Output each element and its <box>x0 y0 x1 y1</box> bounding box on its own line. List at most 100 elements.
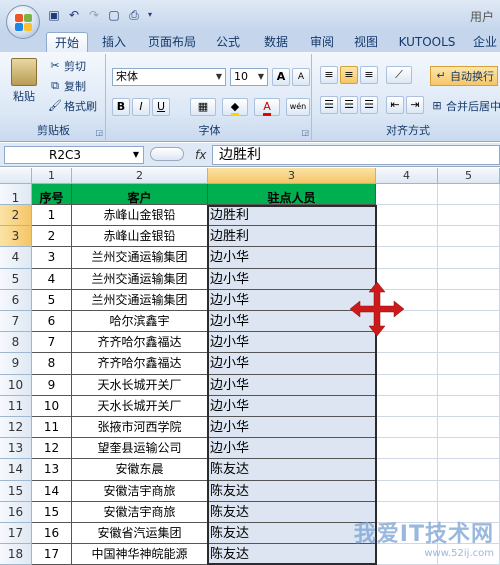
column-header[interactable]: 2 <box>72 168 208 184</box>
undo-icon[interactable]: ↶ <box>66 7 82 23</box>
bold-button[interactable]: B <box>112 98 130 116</box>
row-header[interactable]: 6 <box>0 289 32 311</box>
decrease-indent-button[interactable]: ⇤ <box>386 96 404 114</box>
row-header[interactable]: 17 <box>0 523 32 545</box>
print-preview-icon[interactable]: ⎙ <box>126 7 142 23</box>
table-cell[interactable]: 中国神华神皖能源 <box>72 544 208 565</box>
new-document-icon[interactable]: ▢ <box>106 7 122 23</box>
table-cell[interactable]: 陈友达 <box>208 544 376 565</box>
header-cell[interactable]: 序号 <box>32 184 72 205</box>
empty-cell[interactable] <box>376 417 438 439</box>
table-cell[interactable]: 5 <box>32 289 72 311</box>
underline-button[interactable]: U <box>152 98 170 116</box>
align-middle-button[interactable]: ≡ <box>340 66 358 84</box>
tab-review[interactable]: 审阅 <box>304 32 340 52</box>
table-cell[interactable]: 边小华 <box>208 247 376 269</box>
row-header[interactable]: 10 <box>0 374 32 396</box>
row-header[interactable]: 3 <box>0 226 32 248</box>
row-header[interactable]: 7 <box>0 311 32 333</box>
empty-cell[interactable] <box>438 395 500 417</box>
empty-cell[interactable] <box>438 417 500 439</box>
column-header[interactable]: 3 <box>208 168 376 184</box>
row-header[interactable]: 15 <box>0 480 32 502</box>
table-cell[interactable]: 边小华 <box>208 374 376 396</box>
merge-center-button[interactable]: ⊞ 合并后居中 <box>430 96 500 116</box>
empty-cell[interactable] <box>376 184 438 205</box>
table-cell[interactable]: 安徽东晨 <box>72 459 208 481</box>
table-cell[interactable]: 望奎县运输公司 <box>72 438 208 460</box>
table-cell[interactable]: 赤峰山金银铅 <box>72 205 208 227</box>
empty-cell[interactable] <box>438 374 500 396</box>
customize-qat-icon[interactable]: ▾ <box>146 7 154 23</box>
font-color-button[interactable]: A <box>254 98 280 116</box>
table-cell[interactable]: 边小华 <box>208 353 376 375</box>
align-top-button[interactable]: ≡ <box>320 66 338 84</box>
table-cell[interactable]: 11 <box>32 417 72 439</box>
align-bottom-button[interactable]: ≡ <box>360 66 378 84</box>
row-header[interactable]: 9 <box>0 353 32 375</box>
tab-insert[interactable]: 插入 <box>94 32 134 52</box>
table-cell[interactable]: 兰州交通运输集团 <box>72 268 208 290</box>
empty-cell[interactable] <box>376 205 438 227</box>
empty-cell[interactable] <box>438 184 500 205</box>
row-header[interactable]: 11 <box>0 395 32 417</box>
empty-cell[interactable] <box>438 480 500 502</box>
grow-font-button[interactable]: A <box>272 68 290 86</box>
table-cell[interactable]: 10 <box>32 395 72 417</box>
empty-cell[interactable] <box>438 247 500 269</box>
insert-function-icon[interactable]: fx <box>195 148 206 162</box>
fill-color-button[interactable]: ◆ <box>222 98 248 116</box>
formula-bar-resize-handle[interactable] <box>150 147 184 161</box>
empty-cell[interactable] <box>376 226 438 248</box>
name-box[interactable]: R2C3 ▼ <box>4 146 144 164</box>
font-name-select[interactable]: 宋体 ▼ <box>112 68 226 86</box>
table-cell[interactable]: 16 <box>32 523 72 545</box>
clipboard-launcher-icon[interactable]: ◲ <box>95 128 103 137</box>
table-cell[interactable]: 3 <box>32 247 72 269</box>
table-cell[interactable]: 7 <box>32 332 72 354</box>
table-cell[interactable]: 9 <box>32 374 72 396</box>
empty-cell[interactable] <box>438 205 500 227</box>
table-cell[interactable]: 边小华 <box>208 417 376 439</box>
paste-button[interactable]: 粘贴 <box>6 58 42 104</box>
formula-input[interactable]: 边胜利 <box>212 145 500 165</box>
table-cell[interactable]: 赤峰山金银铅 <box>72 226 208 248</box>
table-cell[interactable]: 12 <box>32 438 72 460</box>
table-cell[interactable]: 张掖市河西学院 <box>72 417 208 439</box>
shrink-font-button[interactable]: A <box>292 68 310 86</box>
orientation-button[interactable]: ⟋ <box>386 66 412 84</box>
empty-cell[interactable] <box>376 395 438 417</box>
header-cell[interactable]: 客户 <box>72 184 208 205</box>
font-size-select[interactable]: 10 ▼ <box>230 68 268 86</box>
empty-cell[interactable] <box>438 438 500 460</box>
empty-cell[interactable] <box>438 226 500 248</box>
empty-cell[interactable] <box>438 289 500 311</box>
align-center-button[interactable]: ☰ <box>340 96 358 114</box>
empty-cell[interactable] <box>376 247 438 269</box>
row-header[interactable]: 4 <box>0 247 32 269</box>
borders-button[interactable]: ▦ <box>190 98 216 116</box>
row-header[interactable]: 18 <box>0 544 32 565</box>
row-header[interactable]: 2 <box>0 205 32 227</box>
row-header[interactable]: 14 <box>0 459 32 481</box>
table-cell[interactable]: 齐齐哈尔鑫福达 <box>72 332 208 354</box>
table-cell[interactable]: 安徽洁宇商旅 <box>72 501 208 523</box>
row-header[interactable]: 1 <box>0 184 32 205</box>
tab-data[interactable]: 数据 <box>256 32 296 52</box>
table-cell[interactable]: 边胜利 <box>208 226 376 248</box>
table-cell[interactable]: 15 <box>32 501 72 523</box>
font-launcher-icon[interactable]: ◲ <box>301 128 309 137</box>
table-cell[interactable]: 边小华 <box>208 438 376 460</box>
table-cell[interactable]: 哈尔滨鑫宇 <box>72 311 208 333</box>
empty-cell[interactable] <box>438 332 500 354</box>
table-cell[interactable]: 兰州交通运输集团 <box>72 247 208 269</box>
table-cell[interactable]: 陈友达 <box>208 480 376 502</box>
table-cell[interactable]: 6 <box>32 311 72 333</box>
save-icon[interactable]: ▣ <box>46 7 62 23</box>
empty-cell[interactable] <box>438 311 500 333</box>
column-header[interactable]: 1 <box>32 168 72 184</box>
redo-icon[interactable]: ↷ <box>86 7 102 23</box>
empty-cell[interactable] <box>438 268 500 290</box>
table-cell[interactable]: 2 <box>32 226 72 248</box>
table-cell[interactable]: 安徽省汽运集团 <box>72 523 208 545</box>
